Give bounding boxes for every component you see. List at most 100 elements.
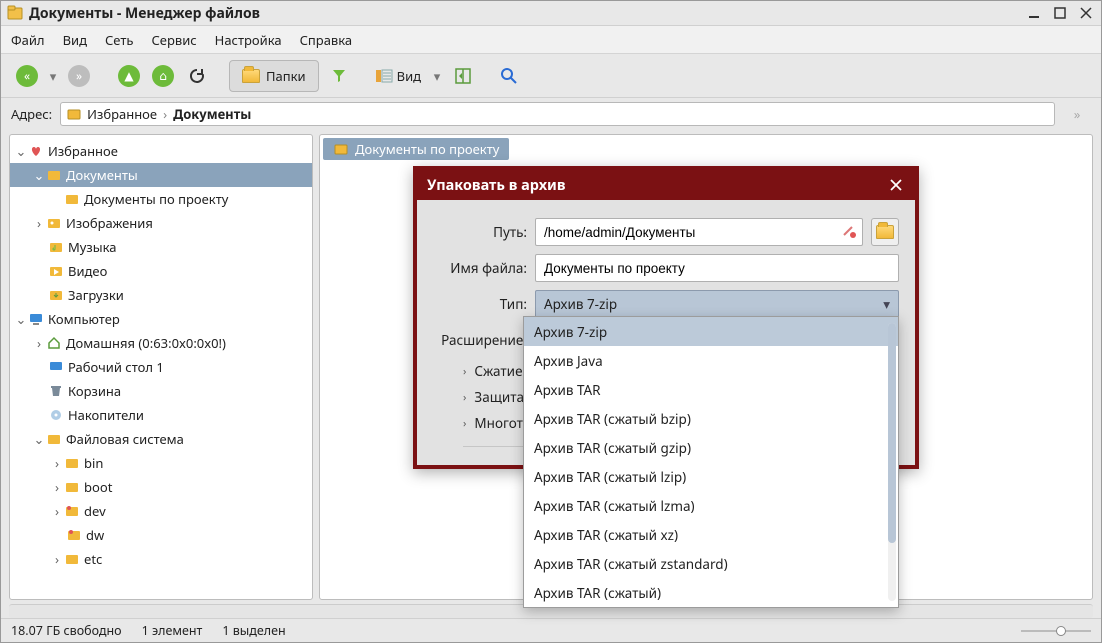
nav-back-button[interactable]: «: [13, 62, 41, 90]
menu-service[interactable]: Сервис: [151, 31, 196, 49]
tree-boot[interactable]: ›boot: [10, 475, 312, 499]
dropdown-option[interactable]: Архив TAR (сжатый lzma): [524, 491, 898, 520]
search-button[interactable]: [495, 62, 523, 90]
path-input[interactable]: [535, 218, 863, 246]
dropdown-scroll-thumb[interactable]: [888, 323, 896, 543]
zoom-slider[interactable]: [1021, 626, 1091, 636]
filename-input[interactable]: [535, 254, 899, 282]
dropdown-option[interactable]: Архив TAR (сжатый): [524, 578, 898, 607]
nav-forward-button[interactable]: »: [65, 62, 93, 90]
tree-images[interactable]: ›Изображения: [10, 211, 312, 235]
extension-label: Расширение:: [433, 331, 527, 349]
breadcrumb-overflow-button[interactable]: »: [1063, 100, 1091, 128]
folder-icon: [64, 455, 80, 471]
filter-button[interactable]: [325, 62, 353, 90]
folder-icon: [333, 141, 349, 157]
menu-network[interactable]: Сеть: [105, 31, 133, 49]
folders-label: Папки: [266, 67, 306, 85]
tree-etc[interactable]: ›etc: [10, 547, 312, 571]
dropdown-option[interactable]: Архив TAR: [524, 375, 898, 404]
dialog-title: Упаковать в архив: [427, 175, 565, 195]
tree-dw[interactable]: dw: [10, 523, 312, 547]
folder-tree[interactable]: ⌄Избранное ⌄Документы Документы по проек…: [9, 134, 313, 600]
tree-computer[interactable]: ⌄Компьютер: [10, 307, 312, 331]
tree-dev[interactable]: ›dev: [10, 499, 312, 523]
chevron-down-icon[interactable]: ⌄: [14, 310, 28, 328]
type-dropdown-popup: Архив 7-zip Архив Java Архив TAR Архив T…: [523, 316, 899, 608]
chevron-right-icon: ›: [463, 390, 466, 405]
tree-video[interactable]: Видео: [10, 259, 312, 283]
type-select[interactable]: Архив 7-zip ▾: [535, 290, 899, 318]
video-folder-icon: [48, 263, 64, 279]
window-minimize-button[interactable]: [1025, 4, 1043, 22]
tree-drives[interactable]: Накопители: [10, 403, 312, 427]
window-close-button[interactable]: [1077, 4, 1095, 22]
address-bar: Адрес: Избранное › Документы »: [1, 98, 1101, 130]
computer-icon: [28, 311, 44, 327]
clear-path-icon[interactable]: [841, 223, 857, 239]
window-maximize-button[interactable]: [1051, 4, 1069, 22]
nav-refresh-button[interactable]: [183, 62, 211, 90]
chevron-right-icon: ›: [163, 105, 167, 123]
app-icon: [7, 5, 23, 21]
chevron-right-icon[interactable]: ›: [50, 454, 64, 472]
nav-up-button[interactable]: ▲: [115, 62, 143, 90]
nav-back-dropdown[interactable]: ▾: [47, 62, 59, 90]
tree-trash[interactable]: Корзина: [10, 379, 312, 403]
menu-settings[interactable]: Настройка: [215, 31, 282, 49]
breadcrumb-current[interactable]: Документы: [173, 105, 251, 123]
chevron-right-icon: ›: [463, 416, 466, 431]
dropdown-option[interactable]: Архив TAR (сжатый zstandard): [524, 549, 898, 578]
status-item-count: 1 элемент: [142, 622, 203, 639]
chevron-right-icon[interactable]: ›: [32, 214, 46, 232]
dropdown-option[interactable]: Архив Java: [524, 346, 898, 375]
folder-icon: [876, 225, 894, 239]
type-select-value: Архив 7-zip: [544, 295, 617, 313]
selected-item-chip[interactable]: Документы по проекту: [323, 138, 509, 160]
tree-favorites[interactable]: ⌄Избранное: [10, 139, 312, 163]
status-free-space: 18.07 ГБ свободно: [11, 622, 122, 639]
tree-desktop[interactable]: Рабочий стол 1: [10, 355, 312, 379]
trash-icon: [48, 383, 64, 399]
view-mode-button[interactable]: Вид: [371, 62, 425, 90]
tree-home[interactable]: ›Домашняя (0:63:0x0:0x0!): [10, 331, 312, 355]
dropdown-option[interactable]: Архив 7-zip: [524, 317, 898, 346]
panel-toggle-button[interactable]: [449, 62, 477, 90]
dropdown-option[interactable]: Архив TAR (сжатый gzip): [524, 433, 898, 462]
browse-path-button[interactable]: [871, 218, 899, 246]
menu-view[interactable]: Вид: [63, 31, 87, 49]
dropdown-option[interactable]: Архив TAR (сжатый xz): [524, 520, 898, 549]
type-label: Тип:: [433, 295, 527, 313]
path-label: Путь:: [433, 223, 527, 241]
menubar: Файл Вид Сеть Сервис Настройка Справка: [1, 26, 1101, 54]
tree-filesystem[interactable]: ⌄Файловая система: [10, 427, 312, 451]
tree-bin[interactable]: ›bin: [10, 451, 312, 475]
breadcrumb-favorites[interactable]: Избранное: [87, 105, 157, 123]
menu-help[interactable]: Справка: [300, 31, 353, 49]
chevron-right-icon[interactable]: ›: [50, 502, 64, 520]
tree-documents[interactable]: ⌄Документы: [10, 163, 312, 187]
folder-icon: [66, 527, 82, 543]
drives-icon: [48, 407, 64, 423]
breadcrumb[interactable]: Избранное › Документы: [60, 102, 1055, 126]
chevron-right-icon[interactable]: ›: [50, 550, 64, 568]
chevron-down-icon[interactable]: ⌄: [14, 142, 28, 160]
chevron-right-icon[interactable]: ›: [32, 334, 46, 352]
tree-project-docs[interactable]: Документы по проекту: [10, 187, 312, 211]
tree-music[interactable]: Музыка: [10, 235, 312, 259]
chevron-right-icon[interactable]: ›: [50, 478, 64, 496]
menu-file[interactable]: Файл: [11, 31, 45, 49]
chevron-down-icon[interactable]: ⌄: [32, 430, 46, 448]
chevron-down-icon[interactable]: ⌄: [32, 166, 46, 184]
dialog-titlebar[interactable]: Упаковать в архив: [417, 170, 915, 200]
dropdown-option[interactable]: Архив TAR (сжатый lzip): [524, 462, 898, 491]
address-label: Адрес:: [11, 105, 52, 123]
nav-home-button[interactable]: ⌂: [149, 62, 177, 90]
dialog-close-button[interactable]: [887, 176, 905, 194]
home-icon: [46, 335, 62, 351]
documents-folder-icon: [46, 167, 62, 183]
tree-downloads[interactable]: Загрузки: [10, 283, 312, 307]
folders-panel-toggle[interactable]: Папки: [229, 60, 319, 92]
dropdown-option[interactable]: Архив TAR (сжатый bzip): [524, 404, 898, 433]
view-mode-dropdown[interactable]: ▾: [431, 62, 443, 90]
